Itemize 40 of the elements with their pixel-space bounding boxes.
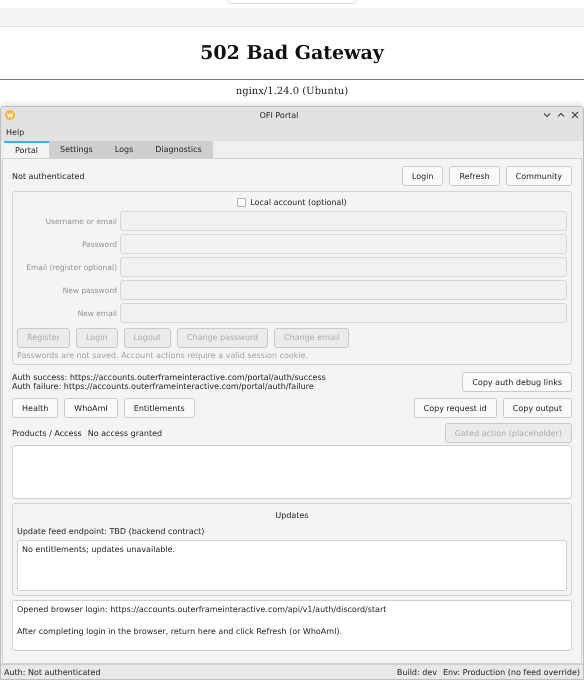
auth-link-text: Auth failure: https://accounts.outerframeinteractive.com/portal/auth/failure — [12, 382, 315, 391]
products-list[interactable] — [12, 445, 572, 499]
minimize-icon[interactable] — [543, 111, 551, 119]
status-text: Env: Production (no feed override) — [442, 668, 580, 676]
updates-message: No entitlements; updates unavailable. — [22, 545, 176, 554]
status-text: Auth: Not authenticated — [4, 668, 101, 676]
close-icon[interactable] — [571, 111, 579, 119]
checkbox-label: Local account (optional) — [250, 198, 347, 206]
output-line: After completing login in the browser, return here and click Refresh (or WhoAmI). — [17, 627, 344, 636]
output-log[interactable]: Opened browser login: https://accounts.outerframeinteractive.com/api/v1/auth/discord/start After completing login in the browser, return here and click Refresh (or WhoAmI). — [12, 600, 572, 651]
updates-title: Updates — [274, 510, 310, 522]
maximize-icon[interactable] — [557, 111, 565, 119]
tab[interactable]: Portal — [4, 141, 49, 158]
server-version: nginx/1.24.0 (Ubuntu) — [236, 86, 348, 97]
auth-status: Not authenticated — [12, 172, 85, 180]
action-button[interactable]: Community — [506, 166, 572, 186]
action-button[interactable]: Refresh — [449, 166, 500, 186]
action-button[interactable]: Entitlements — [124, 398, 195, 418]
status-text: Build: dev — [396, 668, 437, 676]
window-title: OFI Portal — [258, 110, 300, 120]
tab[interactable]: Logs — [104, 141, 144, 158]
copy-button[interactable]: Copy output — [502, 398, 572, 418]
output-line: Opened browser login: https://accounts.outerframeinteractive.com/api/v1/auth/discord/start — [17, 605, 388, 614]
products-value: No access granted — [88, 428, 162, 438]
updates-text-area[interactable]: No entitlements; updates unavailable. — [17, 540, 567, 591]
copy-links-button[interactable]: Copy auth debug links — [462, 372, 572, 392]
auth-link-text: Auth success: https://accounts.outerframeinteractive.com/portal/auth/success — [12, 373, 326, 382]
update-endpoint: Update feed endpoint: TBD (backend contract) — [17, 527, 206, 536]
copy-button[interactable]: Copy request id — [414, 398, 497, 418]
address-field[interactable] — [227, 0, 357, 4]
action-button[interactable]: WhoAmI — [64, 398, 118, 418]
action-button[interactable]: Health — [12, 398, 58, 418]
tab[interactable]: Settings — [48, 141, 104, 158]
products-label: Products / Access — [12, 428, 82, 438]
tab[interactable]: Diagnostics — [144, 141, 213, 158]
menu-item[interactable]: Help — [6, 128, 24, 136]
account-note: Passwords are not saved. Account actions require a valid session cookie. — [17, 351, 310, 360]
page-heading: 502 Bad Gateway — [199, 41, 386, 66]
action-button[interactable]: Login — [402, 166, 444, 186]
app-logo-icon — [5, 110, 15, 120]
